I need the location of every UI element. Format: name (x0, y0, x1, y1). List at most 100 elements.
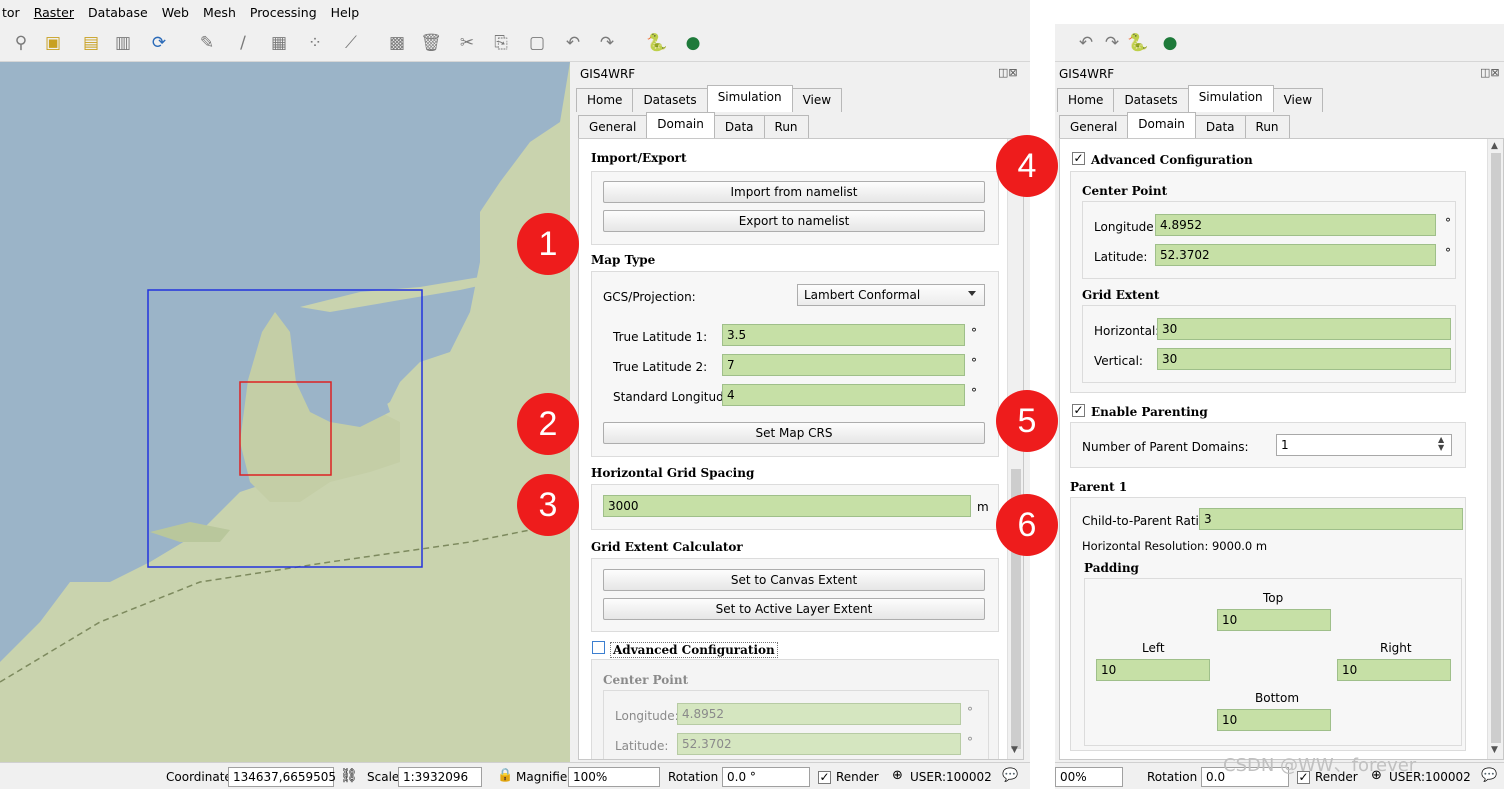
advanced-config-label[interactable]: Advanced Configuration (1091, 153, 1253, 167)
menu-item-processing[interactable]: Processing (250, 5, 317, 20)
projection-select[interactable]: Lambert Conformal (797, 284, 985, 306)
save-edits-icon[interactable]: ▦ (268, 32, 290, 54)
grid-spacing-input[interactable]: 3000 (603, 495, 971, 517)
undo-icon[interactable]: ↶ (562, 32, 584, 54)
scroll-down-arrow-icon[interactable]: ▼ (1011, 745, 1018, 755)
tab-view[interactable]: View (1272, 88, 1324, 112)
tab-domain[interactable]: Domain (646, 112, 715, 139)
spin-arrows-icon[interactable]: ▲ ▼ (1438, 436, 1444, 452)
longitude-input[interactable]: 4.8952 (1155, 214, 1436, 236)
add-point-icon[interactable]: ⁘ (304, 32, 326, 54)
copy-icon[interactable]: ⎘ (490, 32, 512, 54)
tab-view[interactable]: View (791, 88, 843, 112)
ratio-input[interactable]: 3 (1199, 508, 1463, 530)
domain-scroll-area[interactable]: Import/Export Import from namelist Expor… (578, 138, 1024, 760)
advanced-config-label[interactable]: Advanced Configuration (610, 642, 778, 658)
new-layer-icon[interactable]: ▣ (42, 32, 64, 54)
advanced-config-checkbox[interactable] (592, 641, 605, 654)
vertical-input[interactable]: 30 (1157, 348, 1451, 370)
messages-icon[interactable]: 💬 (1481, 768, 1497, 783)
edit-pencil-icon[interactable]: ✎ (196, 32, 218, 54)
import-namelist-button[interactable]: Import from namelist (603, 181, 985, 203)
delete-icon[interactable]: 🗑 (420, 32, 442, 54)
modify-attributes-icon[interactable]: ▩ (386, 32, 408, 54)
enable-parenting-checkbox[interactable]: ✓ (1072, 404, 1085, 417)
active-layer-extent-button[interactable]: Set to Active Layer Extent (603, 598, 985, 620)
digitize-icon[interactable]: ∕ (232, 32, 254, 54)
menu-item-raster[interactable]: Raster (34, 5, 74, 20)
tab-simulation[interactable]: Simulation (1187, 85, 1274, 112)
extents-toggle-icon[interactable]: ⛓ (340, 768, 358, 784)
tab-home[interactable]: Home (576, 88, 634, 112)
crs-label[interactable]: USER:100002 (910, 770, 992, 784)
true-lat2-input[interactable]: 7 (722, 354, 965, 376)
domain-scroll-area[interactable]: ✓ Advanced Configuration Center Point Lo… (1059, 138, 1504, 760)
magnifier-field[interactable]: 100% (568, 767, 660, 787)
scrollbar-thumb[interactable] (1491, 153, 1501, 743)
tab-general[interactable]: General (578, 115, 648, 139)
horizontal-input[interactable]: 30 (1157, 318, 1451, 340)
tab-general[interactable]: General (1059, 115, 1129, 139)
rotation-field[interactable]: 0.0 ° (722, 767, 810, 787)
tab-data[interactable]: Data (1194, 115, 1246, 139)
refresh-icon[interactable]: ⟳ (148, 32, 170, 54)
padding-right-input[interactable]: 10 (1337, 659, 1451, 681)
python-icon[interactable]: 🐍 (1127, 32, 1149, 54)
scroll-up-arrow-icon[interactable]: ▲ (1491, 141, 1498, 151)
python-icon[interactable]: 🐍 (646, 32, 668, 54)
crs-globe-icon[interactable]: ⊕ (892, 768, 903, 783)
panel-float-close-icons[interactable]: ◫⊠ (998, 66, 1018, 79)
menu-item-vector[interactable]: tor (2, 5, 20, 20)
scale-field[interactable]: 1:3932096 (398, 767, 482, 787)
tab-domain[interactable]: Domain (1127, 112, 1196, 139)
std-lon-input[interactable]: 4 (722, 384, 965, 406)
panel-float-close-icons[interactable]: ◫⊠ (1480, 66, 1500, 79)
scroll-down-arrow-icon[interactable]: ▼ (1491, 745, 1498, 755)
menu-item-database[interactable]: Database (88, 5, 148, 20)
latitude-input[interactable]: 52.3702 (677, 733, 961, 755)
tab-run[interactable]: Run (763, 115, 809, 139)
tab-datasets[interactable]: Datasets (632, 88, 708, 112)
undo-icon[interactable]: ↶ (1075, 32, 1097, 54)
num-parent-spinbox[interactable]: 1 (1276, 434, 1452, 456)
canvas-extent-button[interactable]: Set to Canvas Extent (603, 569, 985, 591)
padding-left-input[interactable]: 10 (1096, 659, 1210, 681)
padding-top-input[interactable]: 10 (1217, 609, 1331, 631)
messages-icon[interactable]: 💬 (1002, 768, 1018, 783)
menu-item-mesh[interactable]: Mesh (203, 5, 236, 20)
tab-datasets[interactable]: Datasets (1113, 88, 1189, 112)
longitude-input[interactable]: 4.8952 (677, 703, 961, 725)
lock-icon[interactable]: 🔒 (497, 768, 513, 783)
globe-icon[interactable]: ● (1159, 32, 1181, 54)
paste-icon[interactable]: ▢ (526, 32, 548, 54)
tab-data[interactable]: Data (713, 115, 765, 139)
map-canvas[interactable] (0, 62, 570, 762)
cut-icon[interactable]: ✂ (456, 32, 478, 54)
redo-icon[interactable]: ↷ (1101, 32, 1123, 54)
redo-icon[interactable]: ↷ (596, 32, 618, 54)
scrollbar[interactable]: ▲ ▼ (1487, 139, 1503, 759)
identify-icon[interactable]: ⚲ (10, 32, 32, 54)
coordinate-field[interactable]: 134637,6659505 (228, 767, 336, 787)
degree-symbol: ° (1445, 216, 1451, 230)
vertex-tool-icon[interactable]: ⟋ (340, 32, 362, 54)
new-memory-layer-icon[interactable]: ▤ (80, 32, 102, 54)
top-label: Top (1263, 591, 1284, 605)
advanced-config-checkbox[interactable]: ✓ (1072, 152, 1085, 165)
export-namelist-button[interactable]: Export to namelist (603, 210, 985, 232)
tab-home[interactable]: Home (1057, 88, 1115, 112)
vertical-label: Vertical: (1094, 354, 1143, 368)
latitude-input[interactable]: 52.3702 (1155, 244, 1436, 266)
enable-parenting-label[interactable]: Enable Parenting (1091, 405, 1208, 419)
padding-bottom-input[interactable]: 10 (1217, 709, 1331, 731)
set-map-crs-button[interactable]: Set Map CRS (603, 422, 985, 444)
bookmark-icon[interactable]: ▥ (112, 32, 134, 54)
tab-run[interactable]: Run (1244, 115, 1290, 139)
true-lat1-input[interactable]: 3.5 (722, 324, 965, 346)
menu-item-web[interactable]: Web (162, 5, 189, 20)
tab-simulation[interactable]: Simulation (706, 85, 793, 112)
menu-item-help[interactable]: Help (331, 5, 360, 20)
magnifier-field[interactable]: 00% (1055, 767, 1123, 787)
render-checkbox[interactable]: ✓ (818, 771, 831, 784)
globe-icon[interactable]: ● (682, 32, 704, 54)
